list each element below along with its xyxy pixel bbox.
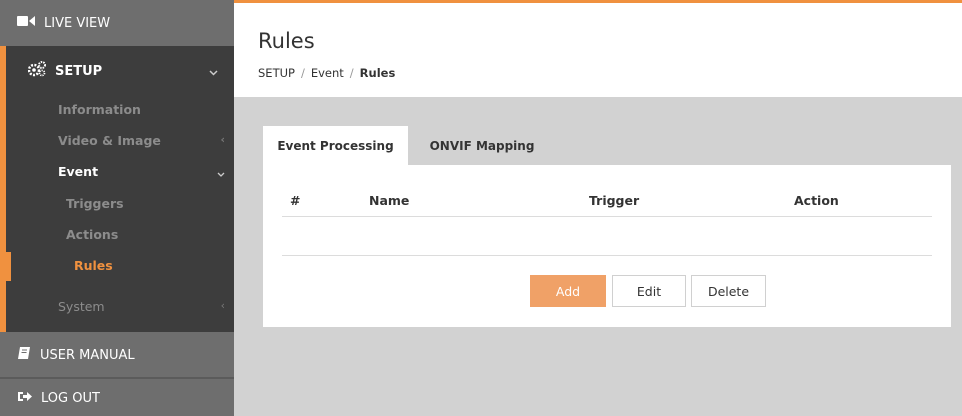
sidebar-setup[interactable]: SETUP — [6, 46, 234, 96]
sidebar-item-triggers[interactable]: Triggers — [6, 188, 234, 219]
edit-button[interactable]: Edit — [612, 275, 686, 307]
breadcrumb-rules: Rules — [359, 66, 396, 80]
sidebar-log-out-label: LOG OUT — [41, 390, 100, 406]
book-icon — [17, 346, 31, 364]
breadcrumb-setup[interactable]: SETUP — [258, 66, 295, 80]
add-button[interactable]: Add — [530, 275, 606, 307]
sidebar-user-manual-label: USER MANUAL — [40, 347, 135, 363]
sidebar-live-view-label: LIVE VIEW — [44, 15, 111, 31]
sidebar-item-rules[interactable]: Rules — [6, 250, 234, 281]
sidebar-item-information[interactable]: Information — [6, 94, 234, 125]
sidebar-divider — [0, 377, 234, 379]
video-camera-icon — [17, 15, 35, 31]
sidebar: LIVE VIEW SETUP Information Video & Imag… — [0, 0, 234, 416]
sidebar-item-actions[interactable]: Actions — [6, 219, 234, 250]
column-header-action: Action — [794, 193, 839, 208]
breadcrumb: SETUP / Event / Rules — [258, 66, 395, 80]
gears-icon — [27, 61, 46, 81]
sidebar-user-manual[interactable]: USER MANUAL — [0, 332, 234, 378]
sidebar-setup-label: SETUP — [55, 63, 103, 79]
chevron-down-icon — [209, 65, 218, 80]
sidebar-item-event[interactable]: Event — [6, 156, 234, 187]
sidebar-item-label: Actions — [66, 227, 119, 242]
column-header-trigger: Trigger — [589, 193, 640, 208]
table-bottom-divider — [282, 255, 932, 256]
sidebar-item-label: Event — [58, 164, 99, 179]
sidebar-setup-section: SETUP Information Video & Image ‹ Event … — [0, 46, 234, 332]
chevron-down-icon — [217, 167, 225, 180]
chevron-left-icon: ‹ — [220, 133, 225, 146]
sign-out-icon — [17, 390, 32, 407]
page-header: Rules SETUP / Event / Rules — [234, 0, 962, 97]
tab-event-processing[interactable]: Event Processing — [263, 126, 408, 165]
breadcrumb-separator: / — [300, 66, 305, 80]
page-title: Rules — [258, 29, 315, 53]
sidebar-item-label: System — [58, 299, 105, 314]
chevron-left-icon: ‹ — [220, 299, 225, 312]
tab-onvif-mapping[interactable]: ONVIF Mapping — [408, 126, 556, 165]
sidebar-item-label: Video & Image — [58, 133, 161, 148]
delete-button[interactable]: Delete — [691, 275, 766, 307]
sidebar-live-view[interactable]: LIVE VIEW — [0, 0, 234, 46]
sidebar-item-video-image[interactable]: Video & Image ‹ — [6, 125, 234, 156]
column-header-number: # — [290, 193, 301, 208]
sidebar-item-label: Information — [58, 102, 141, 117]
sidebar-item-label: Triggers — [66, 196, 124, 211]
sidebar-log-out[interactable]: LOG OUT — [0, 380, 234, 416]
breadcrumb-separator: / — [349, 66, 354, 80]
sidebar-item-label: Rules — [74, 258, 113, 273]
breadcrumb-event[interactable]: Event — [311, 66, 344, 80]
column-header-name: Name — [369, 193, 410, 208]
sidebar-item-system[interactable]: System ‹ — [6, 291, 234, 322]
rules-panel: # Name Trigger Action Add Edit Delete — [263, 165, 951, 327]
table-header-divider — [282, 216, 932, 217]
